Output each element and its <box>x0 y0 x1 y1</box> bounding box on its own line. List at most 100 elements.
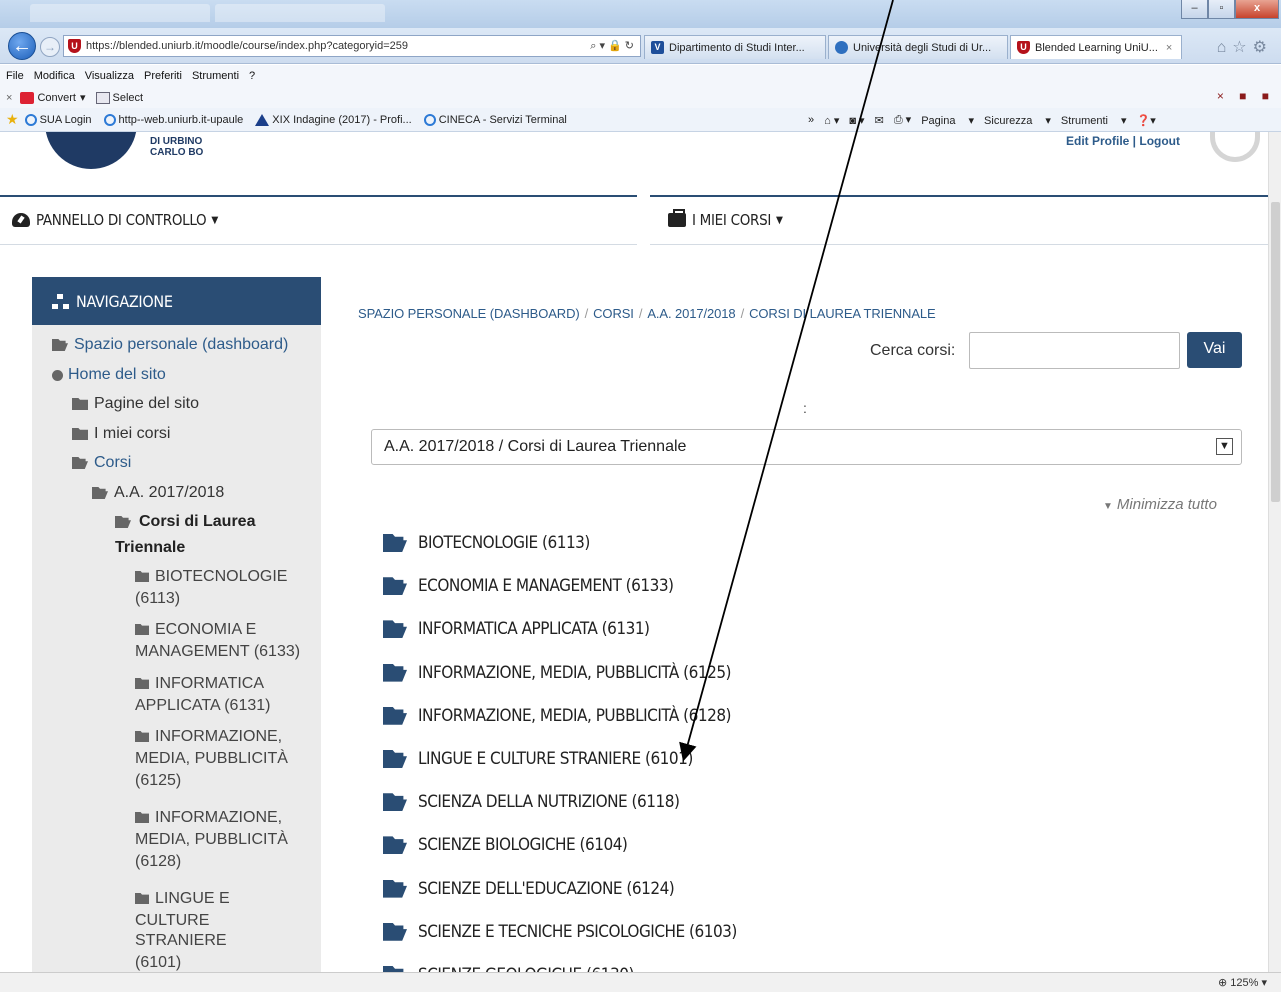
mail-icon[interactable]: ✉ <box>875 114 884 127</box>
search-go-button[interactable]: Vai <box>1187 332 1242 368</box>
sidebar-subcat-informatica[interactable]: INFORMATICA APPLICATA (6131) <box>135 674 305 716</box>
favorite-label: SUA Login <box>39 113 92 126</box>
breadcrumb-dashboard[interactable]: SPAZIO PERSONALE (DASHBOARD) <box>358 306 580 321</box>
address-row: ← → U https://blended.uniurb.it/moodle/c… <box>0 28 1281 64</box>
home-favorites-settings-icons[interactable]: ⌂☆⚙ <box>1217 37 1273 57</box>
user-links[interactable]: Edit Profile | Logout <box>1066 134 1180 148</box>
security-menu[interactable]: Sicurezza ▾ <box>984 114 1051 127</box>
sidebar-subcat-lingue[interactable]: LINGUE E CULTURE STRANIERE (6101) <box>135 889 305 972</box>
sidebar-item-my-courses[interactable]: I miei corsi <box>72 424 170 444</box>
maximize-button[interactable]: ▫ <box>1208 0 1235 19</box>
sidebar-item-label: INFORMATICA <box>155 675 265 692</box>
folder-open-icon <box>383 750 407 768</box>
category-row[interactable]: LINGUE E CULTURE STRANIERE (6101) <box>383 749 693 769</box>
sidebar-item-dashboard[interactable]: Spazio personale (dashboard) <box>52 335 288 355</box>
favorites-star-icon[interactable]: ★ <box>6 111 19 128</box>
favorite-web-uniurb[interactable]: http--web.uniurb.it-upaule <box>103 113 243 126</box>
category-name[interactable]: BIOTECNOLOGIE (6113) <box>418 533 590 553</box>
menu-bar: File Modifica Visualizza Preferiti Strum… <box>0 65 1281 87</box>
category-row[interactable]: INFORMAZIONE, MEDIA, PUBBLICITÀ (6128) <box>383 706 732 726</box>
category-select[interactable]: A.A. 2017/2018 / Corsi di Laurea Trienna… <box>371 429 1242 465</box>
my-courses-menu-label: I MIEI CORSI <box>692 211 772 229</box>
sidebar-subcat-economia[interactable]: ECONOMIA E MANAGEMENT (6133) <box>135 620 305 662</box>
menu-strumenti[interactable]: Strumenti <box>192 70 239 82</box>
tools-menu[interactable]: Strumenti ▾ <box>1061 114 1127 127</box>
home-icon[interactable]: ⌂ ▾ <box>824 114 839 127</box>
close-window-button[interactable]: x <box>1235 0 1279 19</box>
sidebar-item-site-home[interactable]: Home del sito <box>52 365 166 385</box>
category-row[interactable]: SCIENZE BIOLOGICHE (6104) <box>383 835 628 855</box>
logo-text-line: DI URBINO <box>150 136 203 147</box>
breadcrumb-current[interactable]: CORSI DI LAUREA TRIENNALE <box>749 306 936 321</box>
menu-modifica[interactable]: Modifica <box>34 70 75 82</box>
category-name[interactable]: SCIENZE GEOLOGICHE (6130) <box>418 965 634 972</box>
category-row[interactable]: SCIENZE GEOLOGICHE (6130) <box>383 965 634 972</box>
tab-label: Università degli Studi di Ur... <box>853 41 992 54</box>
sidebar-item-year[interactable]: A.A. 2017/2018 <box>92 483 224 503</box>
category-name[interactable]: SCIENZE DELL'EDUCAZIONE (6124) <box>418 879 675 899</box>
category-name[interactable]: ECONOMIA E MANAGEMENT (6133) <box>418 576 674 596</box>
category-row[interactable]: SCIENZE DELL'EDUCAZIONE (6124) <box>383 879 675 899</box>
university-logo[interactable] <box>45 132 137 169</box>
favorite-xix-indagine[interactable]: XIX Indagine (2017) - Profi... <box>255 113 412 126</box>
category-row[interactable]: SCIENZA DELLA NUTRIZIONE (6118) <box>383 792 680 812</box>
category-row[interactable]: ECONOMIA E MANAGEMENT (6133) <box>383 576 674 596</box>
breadcrumb-year[interactable]: A.A. 2017/2018 <box>647 306 735 321</box>
convert-button[interactable]: Convert ▾ <box>20 91 86 104</box>
sidebar-item-current-category[interactable]: Corsi di Laurea Triennale <box>115 512 295 558</box>
vertical-scrollbar[interactable] <box>1268 132 1281 972</box>
tab-dipartimento[interactable]: V Dipartimento di Studi Inter... <box>644 35 826 59</box>
category-row[interactable]: INFORMAZIONE, MEDIA, PUBBLICITÀ (6125) <box>383 663 732 683</box>
search-courses-input[interactable] <box>969 332 1180 369</box>
category-name[interactable]: INFORMATICA APPLICATA (6131) <box>418 619 650 639</box>
sidebar-subcat-biotecnologie[interactable]: BIOTECNOLOGIE (6113) <box>135 567 305 609</box>
zoom-control[interactable]: ⊕ 125% ▾ <box>1218 976 1267 989</box>
sidebar-item-site-pages[interactable]: Pagine del sito <box>72 394 199 414</box>
user-avatar[interactable] <box>1210 132 1260 162</box>
category-row[interactable]: BIOTECNOLOGIE (6113) <box>383 533 590 553</box>
tab-close-icon[interactable]: × <box>1166 42 1172 54</box>
category-row[interactable]: INFORMATICA APPLICATA (6131) <box>383 619 650 639</box>
my-courses-menu-button[interactable]: I MIEI CORSI ▼ <box>668 209 783 229</box>
sidebar-subcat-informazione-6125[interactable]: INFORMAZIONE, MEDIA, PUBBLICITÀ (6125) <box>135 727 305 791</box>
favorite-cineca[interactable]: CINECA - Servizi Terminal <box>423 113 567 126</box>
menu-visualizza[interactable]: Visualizza <box>85 70 134 82</box>
print-icon[interactable]: ⎙ ▾ <box>894 113 911 127</box>
feeds-icon[interactable]: ◙ ▾ <box>849 114 864 127</box>
minimize-button[interactable]: – <box>1181 0 1208 19</box>
dashboard-menu-button[interactable]: PANNELLO DI CONTROLLO ▼ <box>12 211 218 229</box>
sidebar-item-label: ECONOMIA E <box>155 621 257 638</box>
menu-help[interactable]: ? <box>249 70 255 82</box>
logo-text-line: CARLO BO <box>150 147 204 158</box>
menu-preferiti[interactable]: Preferiti <box>144 70 182 82</box>
address-bar[interactable]: U https://blended.uniurb.it/moodle/cours… <box>63 35 641 57</box>
category-name[interactable]: INFORMAZIONE, MEDIA, PUBBLICITÀ (6125) <box>418 663 732 683</box>
back-button[interactable]: ← <box>8 32 36 60</box>
chevron-down-icon: ▾ <box>79 92 86 104</box>
select-button[interactable]: Select <box>95 91 143 104</box>
sidebar-item-courses[interactable]: Corsi <box>72 453 131 473</box>
forward-button[interactable]: → <box>40 37 60 57</box>
background-tab[interactable] <box>215 4 385 22</box>
pdf-tools-icons[interactable]: × ■ ■ <box>1217 89 1275 103</box>
favorite-sua-login[interactable]: SUA Login <box>24 113 92 126</box>
tab-blended-learning[interactable]: U Blended Learning UniU... × <box>1010 35 1182 59</box>
address-tools-icons[interactable]: ⌕ ▾ 🔒 ↻ <box>590 39 634 53</box>
page-menu[interactable]: Pagina ▾ <box>921 114 974 127</box>
scrollbar-thumb[interactable] <box>1271 202 1280 502</box>
category-row[interactable]: SCIENZE E TECNICHE PSICOLOGICHE (6103) <box>383 922 737 942</box>
category-name[interactable]: SCIENZE E TECNICHE PSICOLOGICHE (6103) <box>418 922 737 942</box>
category-name[interactable]: SCIENZA DELLA NUTRIZIONE (6118) <box>418 792 680 812</box>
menu-file[interactable]: File <box>6 70 24 82</box>
close-toolbar-icon[interactable]: × <box>6 92 12 104</box>
background-tab[interactable] <box>30 4 210 22</box>
sidebar-subcat-informazione-6128[interactable]: INFORMAZIONE, MEDIA, PUBBLICITÀ (6128) <box>135 808 305 872</box>
more-favorites-button[interactable]: » <box>808 114 814 126</box>
category-name[interactable]: LINGUE E CULTURE STRANIERE (6101) <box>418 749 693 769</box>
collapse-all-link[interactable]: ▼ Minimizza tutto <box>1103 496 1217 513</box>
help-icon[interactable]: ❓▾ <box>1137 114 1156 127</box>
category-name[interactable]: INFORMAZIONE, MEDIA, PUBBLICITÀ (6128) <box>418 706 732 726</box>
category-name[interactable]: SCIENZE BIOLOGICHE (6104) <box>418 835 628 855</box>
tab-universita[interactable]: Università degli Studi di Ur... <box>828 35 1008 59</box>
breadcrumb-corsi[interactable]: CORSI <box>593 306 634 321</box>
